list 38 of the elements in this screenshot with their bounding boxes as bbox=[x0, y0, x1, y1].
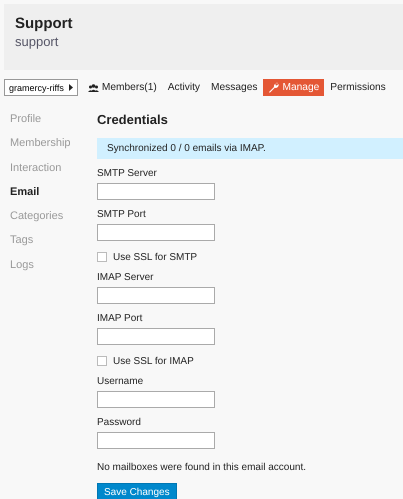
people-icon bbox=[88, 84, 99, 92]
sidebar-item[interactable]: Logs bbox=[10, 258, 97, 284]
field-label: Username bbox=[97, 376, 144, 387]
caret-icon bbox=[68, 84, 73, 91]
sidebar-item[interactable]: Membership bbox=[10, 137, 97, 162]
nav-tab[interactable]: Activity bbox=[162, 79, 206, 96]
nav-tab[interactable]: Manage bbox=[263, 79, 324, 96]
nav-tab[interactable]: Messages bbox=[206, 79, 262, 96]
input-field[interactable] bbox=[97, 432, 215, 449]
field-label: SMTP Port bbox=[97, 209, 147, 220]
checkbox-label: Use SSL for SMTP bbox=[113, 252, 198, 262]
sidebar-item[interactable]: Email bbox=[10, 186, 97, 210]
nav-tab[interactable]: Members(1) bbox=[82, 79, 162, 96]
status-message: No mailboxes were found in this email account. bbox=[97, 462, 307, 473]
nav-tab[interactable]: Permissions bbox=[325, 79, 391, 96]
checkbox[interactable] bbox=[97, 252, 107, 262]
category-button[interactable]: gramercy-riffs bbox=[4, 79, 78, 96]
info-banner: Synchronized 0 / 0 emails via IMAP. bbox=[97, 138, 403, 159]
input-field[interactable] bbox=[97, 391, 215, 408]
field-label: IMAP Server bbox=[97, 272, 154, 283]
input-field[interactable] bbox=[97, 183, 215, 200]
input-field[interactable] bbox=[97, 224, 215, 241]
save-button[interactable]: Save Changes bbox=[97, 483, 177, 499]
sidebar-item[interactable]: Profile bbox=[10, 113, 97, 138]
group-title: Support bbox=[15, 15, 74, 32]
sidebar-item[interactable]: Interaction bbox=[10, 162, 97, 186]
checkbox-label: Use SSL for IMAP bbox=[113, 356, 194, 366]
field-label: SMTP Server bbox=[97, 168, 158, 179]
field-label: IMAP Port bbox=[97, 313, 144, 324]
wrench-icon bbox=[268, 82, 280, 93]
sidebar-item[interactable]: Tags bbox=[10, 234, 97, 259]
group-subtitle: support bbox=[15, 34, 60, 49]
section-title: Credentials bbox=[97, 112, 169, 127]
field-label: Password bbox=[97, 417, 142, 428]
sidebar-item[interactable]: Categories bbox=[10, 210, 97, 234]
checkbox[interactable] bbox=[97, 356, 107, 366]
input-field[interactable] bbox=[97, 287, 215, 304]
input-field[interactable] bbox=[97, 328, 215, 345]
